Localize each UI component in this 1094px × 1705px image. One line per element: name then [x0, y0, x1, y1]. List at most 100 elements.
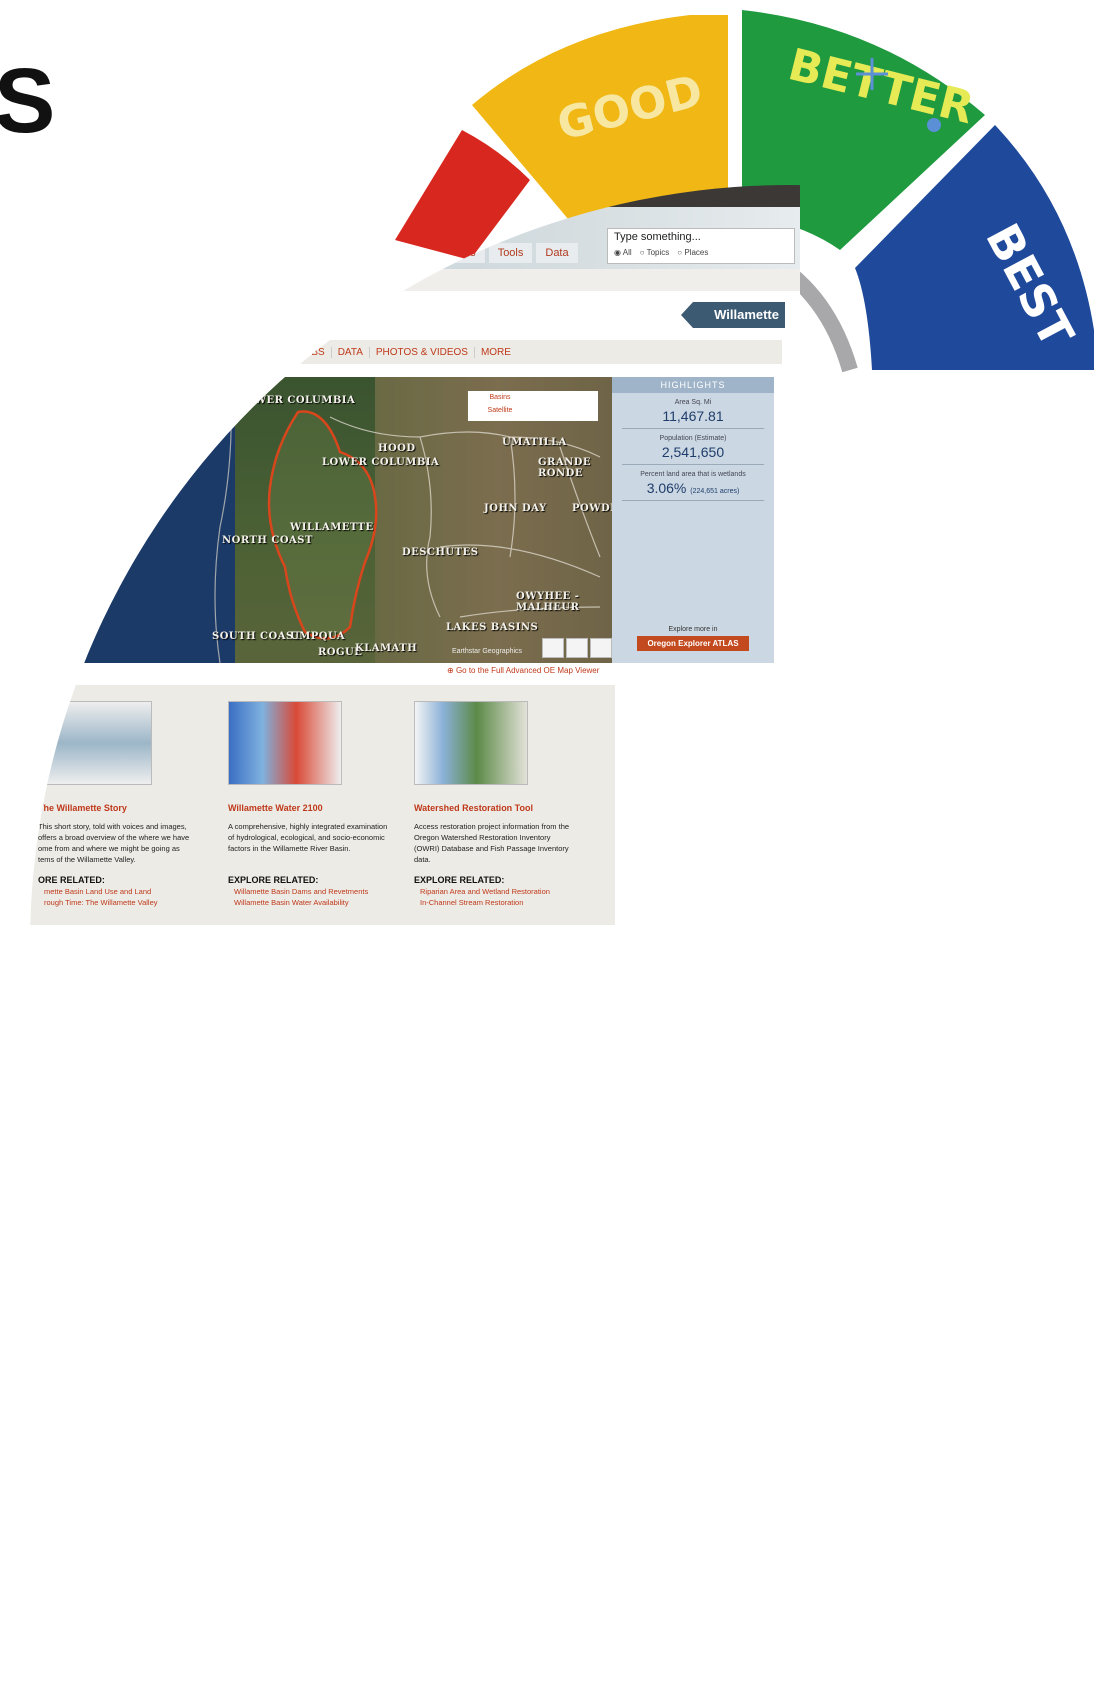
card-restoration-tool: Watershed Restoration Tool Access restor…: [406, 685, 578, 907]
highlights-heading: HIGHLIGHTS: [612, 377, 774, 393]
subnav-data[interactable]: DATA: [332, 346, 370, 358]
highlight-wetlands: Percent land area that is wetlands 3.06%…: [622, 465, 764, 501]
locate-icon[interactable]: [48, 469, 66, 487]
related-link[interactable]: Willamette Basin Dams and Revetments: [234, 887, 392, 896]
breadcrumb-bar: [30, 269, 800, 292]
card-water-2100: Willamette Water 2100 A comprehensive, h…: [220, 685, 392, 907]
card-thumbnail[interactable]: [38, 701, 152, 785]
map-attribution: Earthstar Geographics: [452, 648, 523, 655]
desc-line: A comprehensive, highly integrated exami…: [228, 822, 388, 831]
top-nav: ⌂ Topics Places Tools Data: [360, 243, 578, 263]
highlights-panel: HIGHLIGHTS Area Sq. Mi 11,467.81 Populat…: [612, 377, 774, 663]
map-label: LAKES BASINS: [446, 622, 539, 633]
full-viewer-link-text: Go to the Full Advanced OE Map Viewer: [455, 666, 600, 675]
related-heading: EXPLORE RELATED:: [414, 875, 505, 885]
map-label: DESCHUTES: [402, 547, 479, 558]
legend-icon[interactable]: [48, 633, 64, 647]
layer-basins[interactable]: Basins: [468, 394, 532, 401]
card-thumbnail[interactable]: [228, 701, 342, 785]
site-banner: RESOURCES: [240, 185, 800, 207]
highlight-value-row: 3.06% (224,651 acres): [622, 480, 764, 496]
highlight-label: Population (Estimate): [659, 435, 727, 442]
sub-nav: TICLES & STORIES MAPS & TOOLS REPORTS & …: [40, 340, 782, 364]
map-search-button[interactable]: [80, 392, 92, 408]
related-link[interactable]: In-Channel Stream Restoration: [420, 898, 578, 907]
related-link[interactable]: Riparian Area and Wetland Restoration: [420, 887, 578, 896]
search-input[interactable]: Type something...: [614, 231, 701, 243]
highlight-value: 11,467.81: [662, 408, 724, 424]
full-viewer-link[interactable]: ⊕ Go to the Full Advanced OE Map Viewer: [447, 666, 599, 675]
related-link[interactable]: mette Basin Land Use and Land: [44, 887, 202, 896]
desc-line: factors in the Willamette River Basin.: [228, 844, 351, 853]
breadcrumb[interactable]: urces Digital Library: [188, 269, 279, 291]
nav-data[interactable]: Data: [536, 243, 578, 263]
search-scope: ◉ All ○ Topics ○ Places: [614, 248, 708, 257]
scope-topics[interactable]: ○ Topics: [640, 248, 670, 257]
highlight-label: Area Sq. Mi: [674, 399, 712, 406]
map-label: OWYHEE - MALHEUR: [516, 591, 580, 613]
scope-all-label: All: [622, 248, 632, 257]
card-description: Access restoration project information f…: [414, 821, 582, 865]
scope-places-label: Places: [684, 248, 709, 257]
subnav-more[interactable]: MORE: [475, 347, 517, 358]
card-thumbnail[interactable]: [414, 701, 528, 785]
map-search-input[interactable]: Find a place or address: [92, 392, 232, 408]
highlight-population: Population (Estimate) 2,541,650: [622, 429, 764, 465]
basemap-thumb[interactable]: [542, 638, 564, 658]
nav-tools[interactable]: Tools: [488, 243, 533, 263]
map-label: UMPQUA: [290, 631, 346, 642]
atlas-button[interactable]: Oregon Explorer ATLAS: [637, 636, 749, 651]
basemap-thumb[interactable]: [566, 638, 588, 658]
desc-line: This short story, told with voices and i…: [38, 822, 187, 831]
highlight-note: (224,651 acres): [690, 488, 740, 495]
map-label: KLAMATH: [355, 643, 418, 654]
card-title[interactable]: Watershed Restoration Tool: [414, 803, 578, 813]
subnav-maps[interactable]: MAPS & TOOLS: [144, 346, 232, 358]
scope-all[interactable]: ◉ All: [614, 248, 632, 257]
gauge-marker-dot: [927, 118, 941, 132]
map-label: NORTH COAST: [222, 535, 313, 546]
subnav-reports[interactable]: REPORTS & PUBS: [231, 346, 332, 358]
basemap-toggle[interactable]: [542, 638, 612, 658]
subnav-articles[interactable]: TICLES & STORIES: [40, 346, 144, 358]
place-tag: Willamette: [681, 302, 785, 328]
nav-topics[interactable]: Topics: [380, 243, 430, 263]
card-description: This short story, told with voices and i…: [38, 821, 206, 865]
highlight-value: 3.06%: [646, 480, 687, 496]
compass-icon[interactable]: [590, 638, 612, 658]
basin-map[interactable]: Find a place or address Basins Satellite…: [40, 377, 612, 663]
subnav-photos[interactable]: PHOTOS & VIDEOS: [370, 346, 475, 358]
card-title[interactable]: The Willamette Story: [38, 803, 202, 813]
highlight-value: 2,541,650: [661, 444, 725, 460]
map-label: SOUTH COAST: [212, 631, 302, 642]
layer-satellite[interactable]: Satellite: [468, 407, 532, 414]
card-title[interactable]: Willamette Water 2100: [228, 803, 392, 813]
map-label: LOWER COLUMBIA: [322, 457, 440, 468]
desc-line: ome from and where we might be going as: [38, 844, 180, 853]
card-description: A comprehensive, highly integrated exami…: [228, 821, 396, 854]
highlight-label: Percent land area that is wetlands: [640, 471, 746, 478]
map-label: POWDER: [572, 503, 612, 514]
map-label: JOHN DAY: [484, 503, 547, 514]
desc-line: Oregon Watershed Restoration Inventory: [414, 833, 551, 842]
desc-line: tems of the Willamette Valley.: [38, 855, 136, 864]
website-screenshot: RESOURCES ⌂ Topics Places Tools Data Typ…: [30, 185, 1094, 1705]
map-label: HOOD: [378, 443, 416, 454]
desc-line: (OWRI) Database and Fish Passage Invento…: [414, 844, 569, 853]
live-icon[interactable]: [48, 505, 66, 523]
layer-switcher[interactable]: Basins Satellite: [468, 391, 598, 421]
map-label: WILLAMETTE: [290, 522, 374, 533]
desc-line: Access restoration project information f…: [414, 822, 570, 831]
related-link[interactable]: Willamette Basin Water Availability: [234, 898, 392, 907]
related-link[interactable]: rough Time: The Willamette Valley: [44, 898, 202, 907]
feature-cards: The Willamette Story This short story, t…: [30, 685, 615, 925]
nav-places[interactable]: Places: [433, 243, 485, 263]
desc-line: offers a broad overview of the where we …: [38, 833, 190, 842]
map-label: UMATILLA: [502, 437, 567, 448]
desc-line: data.: [414, 855, 431, 864]
explore-more: Explore more in Oregon Explorer ATLAS: [612, 626, 774, 651]
scope-places[interactable]: ○ Places: [677, 248, 708, 257]
home-icon[interactable]: ⌂: [360, 245, 368, 261]
scope-topics-label: Topics: [646, 248, 670, 257]
site-search[interactable]: Type something... ◉ All ○ Topics ○ Place…: [607, 228, 795, 264]
